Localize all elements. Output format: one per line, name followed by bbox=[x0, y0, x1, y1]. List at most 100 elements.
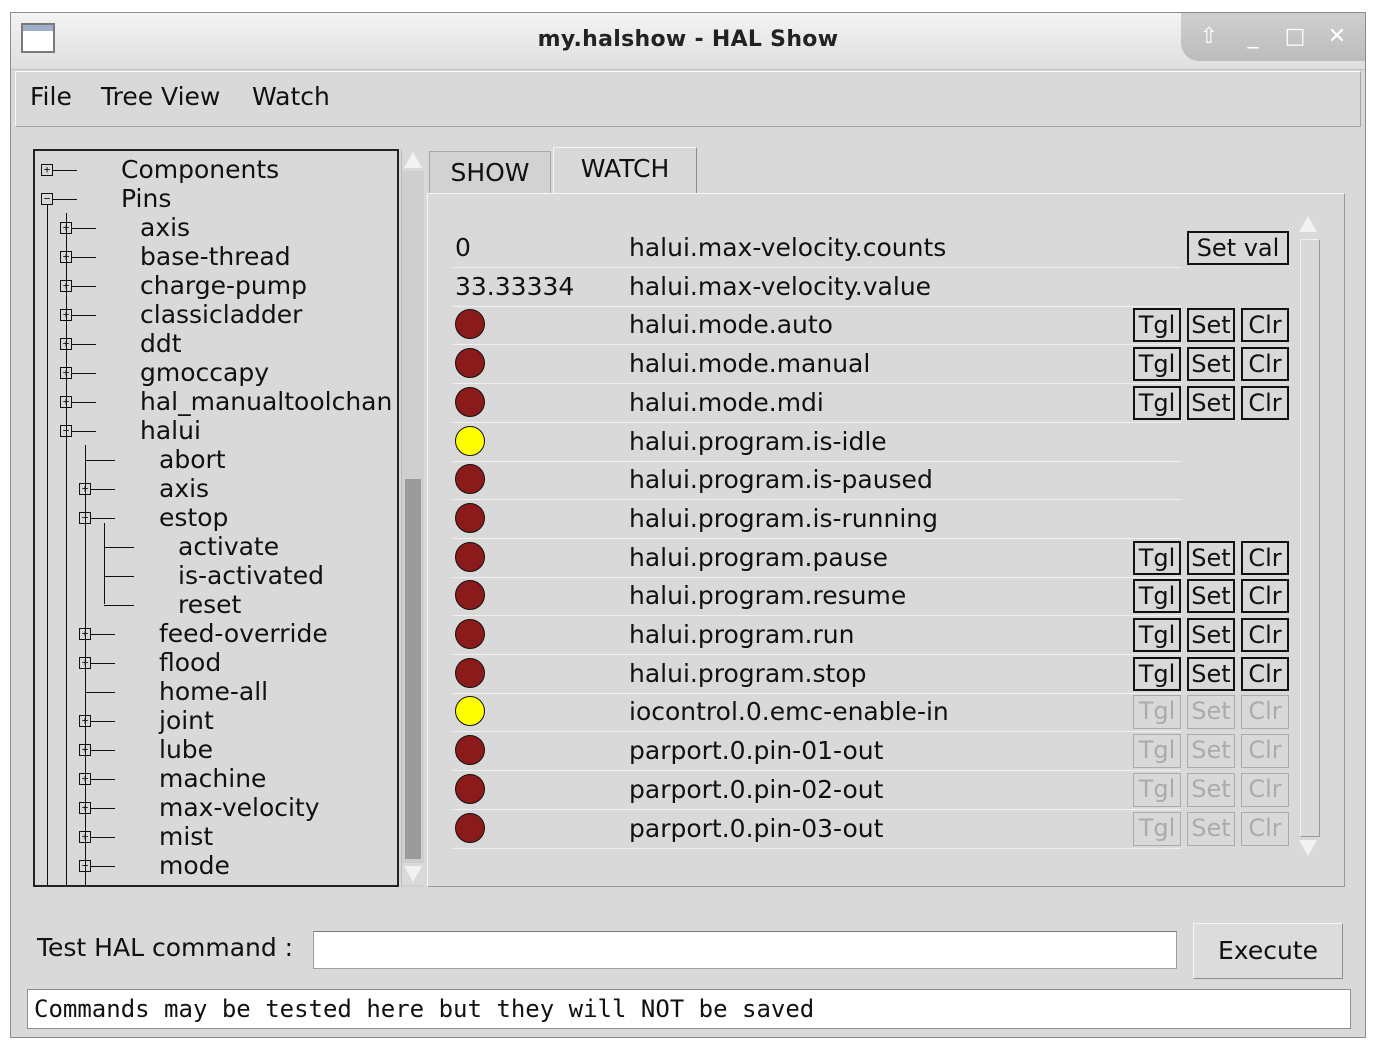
set-button[interactable]: Set bbox=[1187, 657, 1235, 691]
expand-icon[interactable]: + bbox=[41, 163, 53, 176]
tree-item-home-all[interactable]: home-all bbox=[159, 677, 268, 706]
tree-item-abort[interactable]: abort bbox=[159, 445, 226, 474]
tree-connector bbox=[91, 865, 115, 867]
watch-row: halui.program.pause bbox=[453, 539, 1181, 578]
toggle-button[interactable]: Tgl bbox=[1133, 308, 1181, 342]
menu-tree-view[interactable]: Tree View bbox=[101, 82, 220, 111]
tree-item-reset[interactable]: reset bbox=[178, 590, 241, 619]
watch-row: parport.0.pin-03-out bbox=[453, 810, 1181, 849]
tree-item-is-activated[interactable]: is-activated bbox=[178, 561, 324, 590]
tree-item-mist[interactable]: mist bbox=[159, 822, 213, 851]
watch-row: halui.program.is-idle bbox=[453, 423, 1181, 462]
tree-scrollbar[interactable] bbox=[401, 149, 424, 887]
tree-item-charge-pump[interactable]: charge-pump bbox=[140, 271, 307, 300]
pin-name: parport.0.pin-02-out bbox=[629, 775, 884, 804]
tree-item-machine[interactable]: machine bbox=[159, 764, 266, 793]
tree-connector bbox=[104, 604, 134, 606]
toggle-button[interactable]: Tgl bbox=[1133, 579, 1181, 613]
tree-connector bbox=[53, 169, 77, 171]
tree-item-joint[interactable]: joint bbox=[159, 706, 214, 735]
tree-item-halui[interactable]: halui bbox=[140, 416, 201, 445]
watch-row: halui.mode.mdi bbox=[453, 384, 1181, 423]
set-button[interactable]: Set bbox=[1187, 347, 1235, 381]
menu-watch[interactable]: Watch bbox=[252, 82, 330, 111]
collapse-icon[interactable]: − bbox=[41, 192, 53, 205]
clear-button[interactable]: Clr bbox=[1241, 579, 1289, 613]
tree-scroll-thumb[interactable] bbox=[405, 479, 421, 859]
title-bar[interactable]: my.halshow - HAL Show ⇧ _ □ ✕ bbox=[11, 13, 1365, 70]
toggle-button[interactable]: Tgl bbox=[1133, 386, 1181, 420]
tree-connector bbox=[72, 343, 96, 345]
tree-connector bbox=[66, 213, 67, 885]
minimize-icon[interactable]: _ bbox=[1239, 25, 1267, 49]
toggle-button[interactable]: Tgl bbox=[1133, 618, 1181, 652]
maximize-icon[interactable]: □ bbox=[1281, 25, 1309, 49]
tree-connector bbox=[91, 720, 115, 722]
pin-name: halui.mode.mdi bbox=[629, 388, 824, 417]
clear-button: Clr bbox=[1241, 734, 1289, 768]
shade-icon[interactable]: ⇧ bbox=[1195, 25, 1223, 49]
tree-item-max-velocity[interactable]: max-velocity bbox=[159, 793, 320, 822]
tab-show[interactable]: SHOW bbox=[429, 151, 551, 195]
clear-button[interactable]: Clr bbox=[1241, 618, 1289, 652]
set-button[interactable]: Set bbox=[1187, 386, 1235, 420]
toggle-button[interactable]: Tgl bbox=[1133, 541, 1181, 575]
menu-bar: File Tree View Watch bbox=[15, 71, 1361, 127]
led-off-icon bbox=[455, 619, 485, 649]
execute-button[interactable]: Execute bbox=[1193, 923, 1343, 979]
tree-item-components[interactable]: Components bbox=[121, 155, 279, 184]
set-value-button[interactable]: Set val bbox=[1187, 231, 1289, 265]
hal-tree[interactable]: Components + Pins − axis + base-thread + charge-… bbox=[33, 149, 399, 887]
tree-connector bbox=[72, 372, 96, 374]
toggle-button: Tgl bbox=[1133, 734, 1181, 768]
tree-item-lube[interactable]: lube bbox=[159, 735, 213, 764]
scroll-up-arrow-icon[interactable] bbox=[402, 149, 424, 171]
tree-item-axis[interactable]: axis bbox=[140, 213, 190, 242]
status-output: Commands may be tested here but they wil… bbox=[27, 989, 1351, 1029]
toggle-button[interactable]: Tgl bbox=[1133, 347, 1181, 381]
set-button[interactable]: Set bbox=[1187, 579, 1235, 613]
pin-name: halui.program.stop bbox=[629, 659, 867, 688]
toggle-button[interactable]: Tgl bbox=[1133, 657, 1181, 691]
scroll-down-arrow-icon[interactable] bbox=[1297, 837, 1319, 859]
tree-connector bbox=[91, 836, 115, 838]
tree-connector bbox=[104, 575, 134, 577]
led-off-icon bbox=[455, 658, 485, 688]
set-button[interactable]: Set bbox=[1187, 541, 1235, 575]
led-off-icon bbox=[455, 503, 485, 533]
tree-connector bbox=[53, 198, 77, 200]
tree-item-pins[interactable]: Pins bbox=[121, 184, 171, 213]
tree-connector bbox=[72, 314, 96, 316]
clear-button: Clr bbox=[1241, 773, 1289, 807]
tree-item-activate[interactable]: activate bbox=[178, 532, 279, 561]
clear-button[interactable]: Clr bbox=[1241, 308, 1289, 342]
tree-connector bbox=[72, 285, 96, 287]
tree-item-gmoccapy[interactable]: gmoccapy bbox=[140, 358, 269, 387]
clear-button[interactable]: Clr bbox=[1241, 347, 1289, 381]
tree-item-mode[interactable]: mode bbox=[159, 851, 230, 880]
close-icon[interactable]: ✕ bbox=[1323, 25, 1351, 49]
clear-button[interactable]: Clr bbox=[1241, 386, 1289, 420]
clear-button[interactable]: Clr bbox=[1241, 541, 1289, 575]
watch-scroll-thumb[interactable] bbox=[1300, 239, 1320, 837]
scroll-down-arrow-icon[interactable] bbox=[402, 863, 424, 885]
tree-item-hal-manualtoolchan[interactable]: hal_manualtoolchan bbox=[140, 387, 392, 416]
menu-file[interactable]: File bbox=[30, 82, 72, 111]
clear-button[interactable]: Clr bbox=[1241, 657, 1289, 691]
watch-scrollbar[interactable] bbox=[1297, 213, 1321, 863]
tree-item-classicladder[interactable]: classicladder bbox=[140, 300, 302, 329]
tree-item-base-thread[interactable]: base-thread bbox=[140, 242, 291, 271]
tree-item-feed-override[interactable]: feed-override bbox=[159, 619, 328, 648]
tree-item-estop[interactable]: estop bbox=[159, 503, 228, 532]
tab-watch[interactable]: WATCH bbox=[553, 147, 697, 195]
led-off-icon bbox=[455, 542, 485, 572]
led-off-icon bbox=[455, 735, 485, 765]
set-button[interactable]: Set bbox=[1187, 618, 1235, 652]
command-input[interactable] bbox=[313, 931, 1177, 969]
set-button[interactable]: Set bbox=[1187, 308, 1235, 342]
tree-item-flood[interactable]: flood bbox=[159, 648, 221, 677]
tree-item-ddt[interactable]: ddt bbox=[140, 329, 182, 358]
set-button: Set bbox=[1187, 812, 1235, 846]
scroll-up-arrow-icon[interactable] bbox=[1297, 213, 1319, 235]
tree-item-axis[interactable]: axis bbox=[159, 474, 209, 503]
